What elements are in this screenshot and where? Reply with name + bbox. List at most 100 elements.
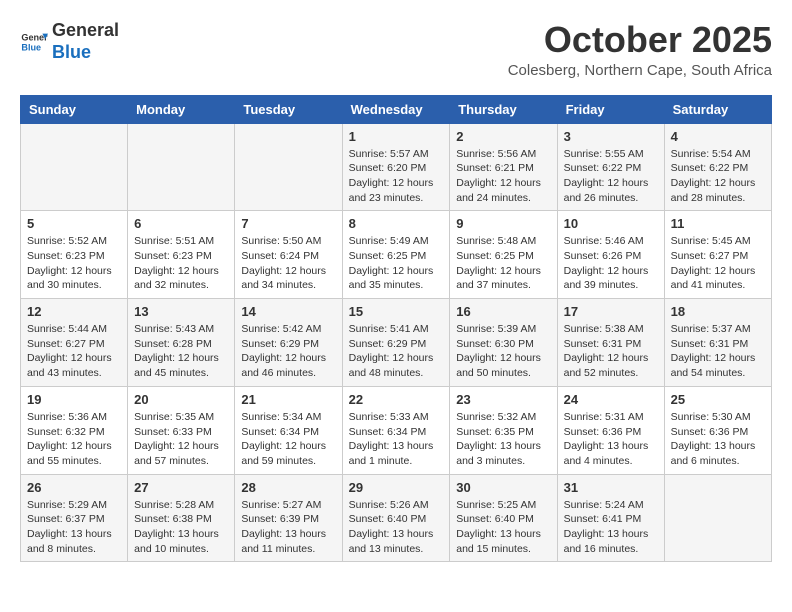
day-number: 9 [456, 216, 550, 231]
day-number: 14 [241, 304, 335, 319]
day-number: 12 [27, 304, 121, 319]
day-cell: 24 Sunrise: 5:31 AM Sunset: 6:36 PM Dayli… [557, 386, 664, 474]
day-info: Sunrise: 5:34 AM Sunset: 6:34 PM Dayligh… [241, 410, 335, 469]
day-cell: 6 Sunrise: 5:51 AM Sunset: 6:23 PM Daylig… [128, 211, 235, 299]
svg-text:Blue: Blue [21, 42, 41, 52]
day-number: 17 [564, 304, 658, 319]
day-cell: 26 Sunrise: 5:29 AM Sunset: 6:37 PM Dayli… [21, 474, 128, 562]
day-cell: 28 Sunrise: 5:27 AM Sunset: 6:39 PM Dayli… [235, 474, 342, 562]
day-cell [664, 474, 771, 562]
day-info: Sunrise: 5:45 AM Sunset: 6:27 PM Dayligh… [671, 234, 765, 293]
day-number: 4 [671, 129, 765, 144]
day-info: Sunrise: 5:33 AM Sunset: 6:34 PM Dayligh… [349, 410, 444, 469]
day-number: 22 [349, 392, 444, 407]
week-row-1: 1Sunrise: 5:57 AM Sunset: 6:20 PM Daylig… [21, 123, 772, 211]
day-number: 29 [349, 480, 444, 495]
day-info: Sunrise: 5:50 AM Sunset: 6:24 PM Dayligh… [241, 234, 335, 293]
day-cell: 5 Sunrise: 5:52 AM Sunset: 6:23 PM Daylig… [21, 211, 128, 299]
day-number: 30 [456, 480, 550, 495]
day-number: 25 [671, 392, 765, 407]
day-number: 3 [564, 129, 658, 144]
day-cell [235, 123, 342, 211]
day-number: 28 [241, 480, 335, 495]
day-number: 21 [241, 392, 335, 407]
day-cell: 21 Sunrise: 5:34 AM Sunset: 6:34 PM Dayli… [235, 386, 342, 474]
day-info: Sunrise: 5:36 AM Sunset: 6:32 PM Dayligh… [27, 410, 121, 469]
header-cell-sunday: Sunday [21, 95, 128, 123]
day-number: 10 [564, 216, 658, 231]
day-info: Sunrise: 5:57 AM Sunset: 6:20 PM Dayligh… [349, 147, 444, 206]
day-info: Sunrise: 5:51 AM Sunset: 6:23 PM Dayligh… [134, 234, 228, 293]
day-info: Sunrise: 5:49 AM Sunset: 6:25 PM Dayligh… [349, 234, 444, 293]
day-cell: 4Sunrise: 5:54 AM Sunset: 6:22 PM Daylig… [664, 123, 771, 211]
day-info: Sunrise: 5:44 AM Sunset: 6:27 PM Dayligh… [27, 322, 121, 381]
day-cell: 29 Sunrise: 5:26 AM Sunset: 6:40 PM Dayli… [342, 474, 450, 562]
day-number: 7 [241, 216, 335, 231]
header-cell-wednesday: Wednesday [342, 95, 450, 123]
day-info: Sunrise: 5:27 AM Sunset: 6:39 PM Dayligh… [241, 498, 335, 557]
day-info: Sunrise: 5:43 AM Sunset: 6:28 PM Dayligh… [134, 322, 228, 381]
day-cell: 30 Sunrise: 5:25 AM Sunset: 6:40 PM Dayli… [450, 474, 557, 562]
logo-icon: General Blue [20, 28, 48, 56]
week-row-3: 12 Sunrise: 5:44 AM Sunset: 6:27 PM Dayli… [21, 299, 772, 387]
day-cell: 13Sunrise: 5:43 AM Sunset: 6:28 PM Dayli… [128, 299, 235, 387]
day-cell: 25 Sunrise: 5:30 AM Sunset: 6:36 PM Dayli… [664, 386, 771, 474]
day-number: 27 [134, 480, 228, 495]
day-info: Sunrise: 5:38 AM Sunset: 6:31 PM Dayligh… [564, 322, 658, 381]
day-cell: 14 Sunrise: 5:42 AM Sunset: 6:29 PM Dayli… [235, 299, 342, 387]
calendar-title: October 2025 [508, 20, 772, 60]
day-cell: 2Sunrise: 5:56 AM Sunset: 6:21 PM Daylig… [450, 123, 557, 211]
week-row-2: 5 Sunrise: 5:52 AM Sunset: 6:23 PM Daylig… [21, 211, 772, 299]
day-info: Sunrise: 5:26 AM Sunset: 6:40 PM Dayligh… [349, 498, 444, 557]
day-info: Sunrise: 5:48 AM Sunset: 6:25 PM Dayligh… [456, 234, 550, 293]
day-cell: 18Sunrise: 5:37 AM Sunset: 6:31 PM Dayli… [664, 299, 771, 387]
day-cell: 20Sunrise: 5:35 AM Sunset: 6:33 PM Dayli… [128, 386, 235, 474]
day-number: 23 [456, 392, 550, 407]
day-info: Sunrise: 5:55 AM Sunset: 6:22 PM Dayligh… [564, 147, 658, 206]
day-number: 6 [134, 216, 228, 231]
week-row-4: 19 Sunrise: 5:36 AM Sunset: 6:32 PM Dayli… [21, 386, 772, 474]
day-info: Sunrise: 5:29 AM Sunset: 6:37 PM Dayligh… [27, 498, 121, 557]
day-number: 26 [27, 480, 121, 495]
day-info: Sunrise: 5:56 AM Sunset: 6:21 PM Dayligh… [456, 147, 550, 206]
day-number: 16 [456, 304, 550, 319]
day-number: 11 [671, 216, 765, 231]
day-number: 5 [27, 216, 121, 231]
day-info: Sunrise: 5:52 AM Sunset: 6:23 PM Dayligh… [27, 234, 121, 293]
day-cell: 16Sunrise: 5:39 AM Sunset: 6:30 PM Dayli… [450, 299, 557, 387]
calendar-table: SundayMondayTuesdayWednesdayThursdayFrid… [20, 95, 772, 563]
header-cell-tuesday: Tuesday [235, 95, 342, 123]
day-info: Sunrise: 5:42 AM Sunset: 6:29 PM Dayligh… [241, 322, 335, 381]
day-number: 19 [27, 392, 121, 407]
header-cell-thursday: Thursday [450, 95, 557, 123]
day-number: 24 [564, 392, 658, 407]
day-info: Sunrise: 5:30 AM Sunset: 6:36 PM Dayligh… [671, 410, 765, 469]
header-cell-friday: Friday [557, 95, 664, 123]
day-cell: 23Sunrise: 5:32 AM Sunset: 6:35 PM Dayli… [450, 386, 557, 474]
day-cell: 8 Sunrise: 5:49 AM Sunset: 6:25 PM Daylig… [342, 211, 450, 299]
day-number: 31 [564, 480, 658, 495]
day-cell: 7 Sunrise: 5:50 AM Sunset: 6:24 PM Daylig… [235, 211, 342, 299]
logo: General Blue General Blue [20, 20, 119, 63]
header-cell-monday: Monday [128, 95, 235, 123]
day-info: Sunrise: 5:25 AM Sunset: 6:40 PM Dayligh… [456, 498, 550, 557]
week-row-5: 26 Sunrise: 5:29 AM Sunset: 6:37 PM Dayli… [21, 474, 772, 562]
day-cell: 15Sunrise: 5:41 AM Sunset: 6:29 PM Dayli… [342, 299, 450, 387]
header-cell-saturday: Saturday [664, 95, 771, 123]
day-info: Sunrise: 5:31 AM Sunset: 6:36 PM Dayligh… [564, 410, 658, 469]
calendar-subtitle: Colesberg, Northern Cape, South Africa [508, 62, 772, 79]
day-info: Sunrise: 5:24 AM Sunset: 6:41 PM Dayligh… [564, 498, 658, 557]
day-cell: 27Sunrise: 5:28 AM Sunset: 6:38 PM Dayli… [128, 474, 235, 562]
day-cell: 10Sunrise: 5:46 AM Sunset: 6:26 PM Dayli… [557, 211, 664, 299]
day-info: Sunrise: 5:35 AM Sunset: 6:33 PM Dayligh… [134, 410, 228, 469]
day-number: 8 [349, 216, 444, 231]
day-number: 15 [349, 304, 444, 319]
logo-text: General Blue [52, 20, 119, 63]
header-row: SundayMondayTuesdayWednesdayThursdayFrid… [21, 95, 772, 123]
title-area: October 2025 Colesberg, Northern Cape, S… [508, 20, 772, 79]
day-cell: 31 Sunrise: 5:24 AM Sunset: 6:41 PM Dayli… [557, 474, 664, 562]
day-number: 18 [671, 304, 765, 319]
day-cell: 17 Sunrise: 5:38 AM Sunset: 6:31 PM Dayli… [557, 299, 664, 387]
day-cell [21, 123, 128, 211]
day-cell: 3 Sunrise: 5:55 AM Sunset: 6:22 PM Daylig… [557, 123, 664, 211]
